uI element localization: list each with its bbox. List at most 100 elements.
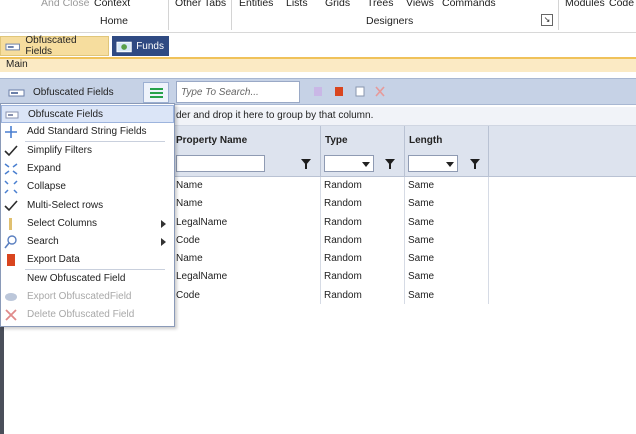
filter-icon[interactable] <box>470 159 480 169</box>
cell-type[interactable]: Random <box>324 290 362 301</box>
ribbon-views[interactable]: Views <box>406 0 434 9</box>
column-title: Property Name <box>176 135 248 146</box>
ribbon-separator <box>558 0 559 30</box>
menu-item-label: Multi-Select rows <box>27 199 104 211</box>
cell-type[interactable]: Random <box>324 180 362 191</box>
menu-item-new-obfuscated-field[interactable]: New Obfuscated Field <box>1 270 174 288</box>
ribbon-entities[interactable]: Entities <box>239 0 273 9</box>
cell-length[interactable]: Same <box>408 217 434 228</box>
cell-length[interactable]: Same <box>408 235 434 246</box>
property-name-filter-input[interactable] <box>176 155 265 172</box>
context-menu: Obfuscate Fields Add Standard String Fiel… <box>0 103 175 327</box>
grid-title: Obfuscated Fields <box>8 82 140 103</box>
tab-funds[interactable]: Funds <box>112 36 169 56</box>
menu-item-obfuscate-fields[interactable]: Obfuscate Fields <box>1 105 174 124</box>
cell-property-name[interactable]: Code <box>176 290 200 301</box>
menu-item-export-obfuscatedfield: Export ObfuscatedField <box>1 288 174 306</box>
column-title: Length <box>409 135 443 146</box>
office-icon[interactable] <box>334 86 344 97</box>
funds-icon <box>116 41 132 52</box>
cell-type[interactable]: Random <box>324 217 362 228</box>
cell-length[interactable]: Same <box>408 180 434 191</box>
cell-property-name[interactable]: Name <box>176 198 203 209</box>
menu-item-label: Add Standard String Fields <box>27 126 147 138</box>
column-title: Type <box>325 135 348 146</box>
cell-length[interactable]: Same <box>408 290 434 301</box>
cell-type[interactable]: Random <box>324 198 362 209</box>
grid-title-label: Obfuscated Fields <box>33 87 114 98</box>
menu-item-label: Export ObfuscatedField <box>27 291 132 302</box>
menu-item-expand[interactable]: Expand <box>1 160 174 178</box>
menu-item-multi-select-rows[interactable]: Multi-Select rows <box>1 197 174 215</box>
cell-property-name[interactable]: Name <box>176 180 203 191</box>
menu-item-search[interactable]: Search <box>1 233 174 251</box>
ribbon-modules[interactable]: Modules <box>565 0 605 9</box>
ribbon-and-close: And Close <box>41 0 90 9</box>
group-hint-text: der and drop it here to group by that co… <box>176 110 374 121</box>
document-icon[interactable] <box>355 86 365 97</box>
fields-icon <box>4 108 20 122</box>
menu-item-delete-obfuscated-field: Delete Obfuscated Field <box>1 306 174 324</box>
check-icon <box>3 144 19 158</box>
length-filter-dropdown[interactable] <box>408 155 458 172</box>
dialog-launcher-icon[interactable]: ↘ <box>541 14 553 26</box>
fields-icon <box>8 89 25 96</box>
ribbon: And Close Context Home Other Tabs Entiti… <box>0 0 636 33</box>
plus-icon <box>3 125 19 139</box>
menu-item-select-columns[interactable]: Select Columns <box>1 215 174 233</box>
menu-item-label: Select Columns <box>27 217 98 229</box>
grid-toolbar: Obfuscated Fields Type To Search... <box>0 78 636 105</box>
ribbon-group-home: Home <box>100 15 129 27</box>
tab-label: Funds <box>136 40 164 52</box>
menu-item-export-data[interactable]: Export Data <box>1 251 174 269</box>
cell-property-name[interactable]: LegalName <box>176 217 227 228</box>
ribbon-grids[interactable]: Grids <box>325 0 350 9</box>
cell-type[interactable]: Random <box>324 253 362 264</box>
ribbon-code[interactable]: Code <box>609 0 634 9</box>
menu-item-label: Obfuscate Fields <box>28 109 104 120</box>
menu-item-label: Export Data <box>27 254 80 266</box>
check-icon <box>3 199 19 213</box>
hamburger-menu-button[interactable] <box>143 82 169 103</box>
ribbon-group-designers: Designers <box>366 15 414 27</box>
menu-item-add-standard-string-fields[interactable]: Add Standard String Fields <box>1 123 174 141</box>
document-tabs: Obfuscated Fields Funds <box>0 35 636 57</box>
office-icon <box>3 253 19 267</box>
cloud-export-icon <box>3 290 19 304</box>
collapse-icon <box>3 180 19 194</box>
chevron-right-icon <box>161 219 166 228</box>
columns-icon <box>3 217 19 231</box>
menu-item-simplify-filters[interactable]: Simplify Filters <box>1 142 174 160</box>
menu-item-label: Collapse <box>27 181 66 193</box>
ribbon-other-tabs[interactable]: Other Tabs <box>175 0 226 9</box>
ribbon-lists[interactable]: Lists <box>286 0 308 9</box>
cell-property-name[interactable]: Name <box>176 253 203 264</box>
cell-type[interactable]: Random <box>324 271 362 282</box>
ribbon-commands[interactable]: Commands <box>442 0 496 9</box>
cell-property-name[interactable]: LegalName <box>176 271 227 282</box>
menu-item-label: Delete Obfuscated Field <box>27 309 135 321</box>
chevron-down-icon <box>362 162 370 167</box>
type-filter-dropdown[interactable] <box>324 155 374 172</box>
ribbon-context[interactable]: Context <box>94 0 130 9</box>
cell-length[interactable]: Same <box>408 253 434 264</box>
filter-icon[interactable] <box>385 159 395 169</box>
cell-length[interactable]: Same <box>408 271 434 282</box>
ribbon-trees[interactable]: Trees <box>367 0 393 9</box>
tab-obfuscated-fields[interactable]: Obfuscated Fields <box>0 35 109 57</box>
menu-item-collapse[interactable]: Collapse <box>1 178 174 196</box>
ribbon-separator <box>168 0 169 30</box>
fields-icon <box>5 43 20 50</box>
menu-item-label: Simplify Filters <box>27 144 93 156</box>
delete-icon <box>3 308 19 322</box>
tab-label: Obfuscated Fields <box>25 35 77 57</box>
close-icon[interactable] <box>375 86 385 97</box>
menu-item-label: Search <box>27 236 59 248</box>
copy-icon[interactable] <box>313 86 323 97</box>
cell-type[interactable]: Random <box>324 235 362 246</box>
menu-item-label: New Obfuscated Field <box>27 272 126 284</box>
cell-length[interactable]: Same <box>408 198 434 209</box>
filter-icon[interactable] <box>301 159 311 169</box>
cell-property-name[interactable]: Code <box>176 235 200 246</box>
search-input[interactable]: Type To Search... <box>176 81 300 103</box>
